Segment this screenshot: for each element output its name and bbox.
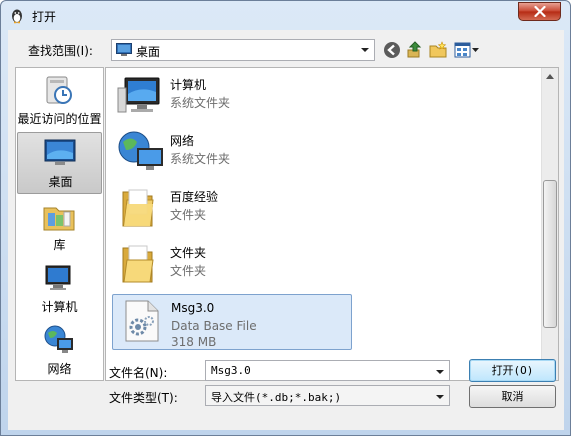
- computer-icon: [45, 265, 71, 290]
- file-type-label: 文件类型(T):: [109, 391, 178, 405]
- chevron-down-icon: [361, 48, 369, 52]
- file-item-folder[interactable]: 文件夹 文件夹: [112, 238, 352, 292]
- place-label: 网络: [47, 362, 72, 376]
- file-item-baidu-jingyan[interactable]: 百度经验 文件夹: [112, 182, 352, 236]
- network-icon: [44, 325, 73, 353]
- desktop-icon: [44, 139, 76, 165]
- file-type: 系统文件夹: [170, 152, 231, 166]
- place-label: 最近访问的位置: [17, 112, 102, 126]
- recent-places-icon: [46, 76, 72, 104]
- place-desktop[interactable]: 桌面: [17, 132, 102, 194]
- file-item-msg3[interactable]: Msg3.0 Data Base File 318 MB: [112, 294, 352, 350]
- close-button[interactable]: [518, 2, 561, 21]
- file-size: 318 MB: [171, 335, 217, 349]
- look-in-dropdown[interactable]: 桌面: [111, 39, 375, 61]
- places-bar: 最近访问的位置 桌面 库 计算机 网络: [15, 67, 104, 381]
- title-bar[interactable]: 打开: [1, 1, 570, 29]
- qq-penguin-icon: [12, 9, 22, 24]
- desktop-icon: [116, 43, 132, 56]
- place-label: 计算机: [41, 300, 78, 314]
- cancel-button[interactable]: 取消: [469, 385, 556, 408]
- open-button[interactable]: 打开(O): [469, 359, 556, 382]
- chevron-down-icon[interactable]: [435, 391, 445, 403]
- place-libraries[interactable]: 库: [17, 196, 102, 258]
- up-folder-icon[interactable]: [406, 41, 424, 59]
- file-name-value: Msg3.0: [211, 364, 251, 377]
- place-network[interactable]: 网络: [17, 320, 102, 382]
- computer-icon: [117, 77, 160, 113]
- file-list: 计算机 系统文件夹 网络 系统文件夹 百度经验 文件夹 文件夹 文件夹 Msg3…: [105, 67, 559, 381]
- folder-icon: [122, 189, 154, 227]
- place-label: 桌面: [48, 175, 73, 189]
- close-icon: [534, 6, 546, 17]
- file-name: 百度经验: [170, 190, 219, 204]
- file-name: 计算机: [170, 78, 207, 92]
- new-folder-icon[interactable]: [429, 41, 447, 59]
- scroll-up-icon[interactable]: [542, 68, 558, 85]
- file-type-value: 导入文件(*.db;*.bak;): [211, 391, 342, 404]
- place-label: 库: [53, 238, 66, 252]
- place-computer[interactable]: 计算机: [17, 258, 102, 320]
- dialog-client-area: 查找范围(I): 桌面 最近访问的位置 桌面 库 计算机 网络 计算机 系统文件…: [8, 30, 564, 430]
- file-item-network[interactable]: 网络 系统文件夹: [112, 126, 352, 180]
- chevron-down-icon[interactable]: [435, 366, 445, 378]
- file-name-label: 文件名(N):: [109, 366, 168, 380]
- file-name: 文件夹: [170, 246, 207, 260]
- file-name-input[interactable]: Msg3.0: [205, 360, 450, 381]
- database-file-icon: [125, 300, 159, 342]
- look-in-value: 桌面: [136, 45, 161, 59]
- file-type: 文件夹: [170, 208, 207, 222]
- window-title: 打开: [32, 10, 57, 24]
- place-recent[interactable]: 最近访问的位置: [17, 70, 102, 132]
- view-menu-icon[interactable]: [454, 41, 480, 59]
- file-name: 网络: [170, 134, 195, 148]
- open-dialog: 打开 查找范围(I): 桌面 最近访问的位置 桌面 库 计算机 网络 计算机 系…: [0, 0, 571, 436]
- file-type-dropdown[interactable]: 导入文件(*.db;*.bak;): [205, 385, 450, 406]
- file-item-computer[interactable]: 计算机 系统文件夹: [112, 70, 352, 124]
- file-name: Msg3.0: [171, 301, 215, 315]
- back-arrow-icon[interactable]: [383, 41, 401, 59]
- scroll-thumb[interactable]: [543, 180, 557, 328]
- libraries-icon: [43, 207, 75, 231]
- file-type: 文件夹: [170, 264, 207, 278]
- vertical-scrollbar[interactable]: [541, 68, 558, 380]
- folder-icon: [122, 245, 154, 283]
- look-in-label: 查找范围(I):: [28, 44, 93, 58]
- network-icon: [118, 131, 163, 170]
- file-type: Data Base File: [171, 319, 257, 333]
- file-type: 系统文件夹: [170, 96, 231, 110]
